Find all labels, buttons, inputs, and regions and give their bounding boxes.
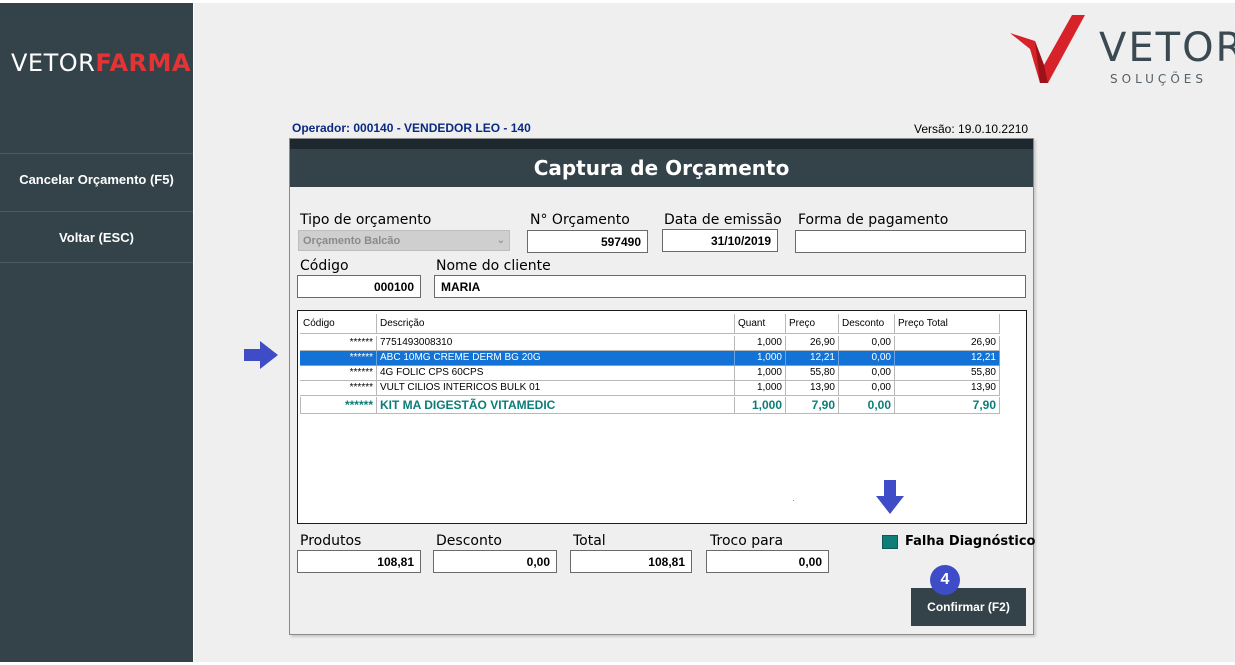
cell-total: 12,21 [895,351,1000,366]
cell-descricao: ABC 10MG CREME DERM BG 20G [377,351,735,366]
cell-quant: 1,000 [735,381,786,396]
cell-descricao: KIT MA DIGESTÃO VITAMEDIC [377,397,735,414]
produtos-field[interactable]: 108,81 [297,550,421,573]
cell-preco: 26,90 [786,336,839,351]
orcamento-label: N° Orçamento [530,212,630,228]
header-preco[interactable]: Preço [786,314,839,334]
header-codigo[interactable]: Código [300,314,377,334]
logo-wordmark: VETOR [1099,25,1235,71]
sidebar: VETORFARMA Cancelar Orçamento (F5) Volta… [0,3,193,662]
cell-total: 7,90 [895,397,1000,414]
table-row[interactable]: ****** 7751493008310 1,000 26,90 0,00 26… [300,336,1000,351]
cell-codigo: ****** [300,351,377,366]
cell-desconto: 0,00 [839,397,895,414]
fail-diagnostic-label: Falha Diagnóstico [905,534,1036,549]
total-field[interactable]: 108,81 [570,550,692,573]
version-label: Versão: 19.0.10.2210 [914,122,1029,136]
items-grid[interactable]: Código Descrição Quant Preço Desconto Pr… [297,310,1027,524]
desconto-label: Desconto [436,533,502,549]
cell-quant: 1,000 [735,397,786,414]
cancel-budget-label: Cancelar Orçamento (F5) [19,172,174,187]
troco-label: Troco para [710,533,784,549]
desconto-field[interactable]: 0,00 [433,550,557,573]
cliente-field[interactable]: MARIA [434,275,1026,298]
step-badge: 4 [930,565,960,595]
back-label: Voltar (ESC) [59,229,134,245]
orcamento-field[interactable]: 597490 [527,230,648,253]
header-quant[interactable]: Quant [735,314,786,334]
cell-codigo: ****** [300,397,377,414]
cell-codigo: ****** [300,336,377,351]
codigo-field[interactable]: 000100 [297,275,421,298]
dialog-top-bar [290,139,1033,149]
codigo-label: Código [300,258,349,274]
tipo-select-value: Orçamento Balcão [303,234,401,247]
pagamento-field[interactable] [795,230,1026,253]
fail-diagnostic-indicator [882,535,898,549]
cell-desconto: 0,00 [839,381,895,396]
header-desconto[interactable]: Desconto [839,314,895,334]
header-descricao[interactable]: Descrição [377,314,735,334]
produtos-label: Produtos [300,533,362,549]
total-label: Total [573,533,606,549]
arrow-down-icon [876,480,904,514]
cell-desconto: 0,00 [839,336,895,351]
cell-total: 55,80 [895,366,1000,381]
cell-descricao: 4G FOLIC CPS 60CPS [377,366,735,381]
arrow-right-icon [244,341,278,369]
cell-desconto: 0,00 [839,351,895,366]
cell-quant: 1,000 [735,336,786,351]
table-header: Código Descrição Quant Preço Desconto Pr… [300,314,1000,334]
back-button[interactable]: Voltar (ESC) [0,211,193,263]
chevron-down-icon: ⌄ [496,235,505,246]
cell-desconto: 0,00 [839,366,895,381]
table-row[interactable]: ****** 4G FOLIC CPS 60CPS 1,000 55,80 0,… [300,366,1000,381]
troco-field[interactable]: 0,00 [706,550,829,573]
cell-preco: 13,90 [786,381,839,396]
tipo-label: Tipo de orçamento [300,212,432,228]
confirm-button[interactable]: Confirmar (F2) [911,588,1026,626]
cell-descricao: 7751493008310 [377,336,735,351]
tipo-select[interactable]: Orçamento Balcão ⌄ [298,230,510,251]
stray-dot [793,500,794,501]
header-total[interactable]: Preço Total [895,314,1000,334]
cliente-label: Nome do cliente [436,258,551,274]
data-label: Data de emissão [664,212,782,228]
cell-preco: 12,21 [786,351,839,366]
cell-preco: 7,90 [786,397,839,414]
dialog-title: Captura de Orçamento [290,149,1033,187]
brand-logo: VETORFARMA [11,49,191,77]
cell-preco: 55,80 [786,366,839,381]
logo-subtitle: SOLUÇÕES [1110,72,1207,86]
table-row-selected[interactable]: ****** ABC 10MG CREME DERM BG 20G 1,000 … [300,351,1000,366]
cell-quant: 1,000 [735,351,786,366]
cell-quant: 1,000 [735,366,786,381]
pagamento-label: Forma de pagamento [798,212,949,228]
cell-descricao: VULT CILIOS INTERICOS BULK 01 [377,381,735,396]
cell-total: 13,90 [895,381,1000,396]
cell-codigo: ****** [300,366,377,381]
cell-codigo: ****** [300,381,377,396]
table-row-highlighted[interactable]: ****** KIT MA DIGESTÃO VITAMEDIC 1,000 7… [300,397,1000,414]
cell-total: 26,90 [895,336,1000,351]
data-field[interactable]: 31/10/2019 [662,229,778,252]
operator-label: Operador: 000140 - VENDEDOR LEO - 140 [292,121,531,135]
table-row[interactable]: ****** VULT CILIOS INTERICOS BULK 01 1,0… [300,381,1000,396]
cancel-budget-button[interactable]: Cancelar Orçamento (F5) [0,153,193,205]
